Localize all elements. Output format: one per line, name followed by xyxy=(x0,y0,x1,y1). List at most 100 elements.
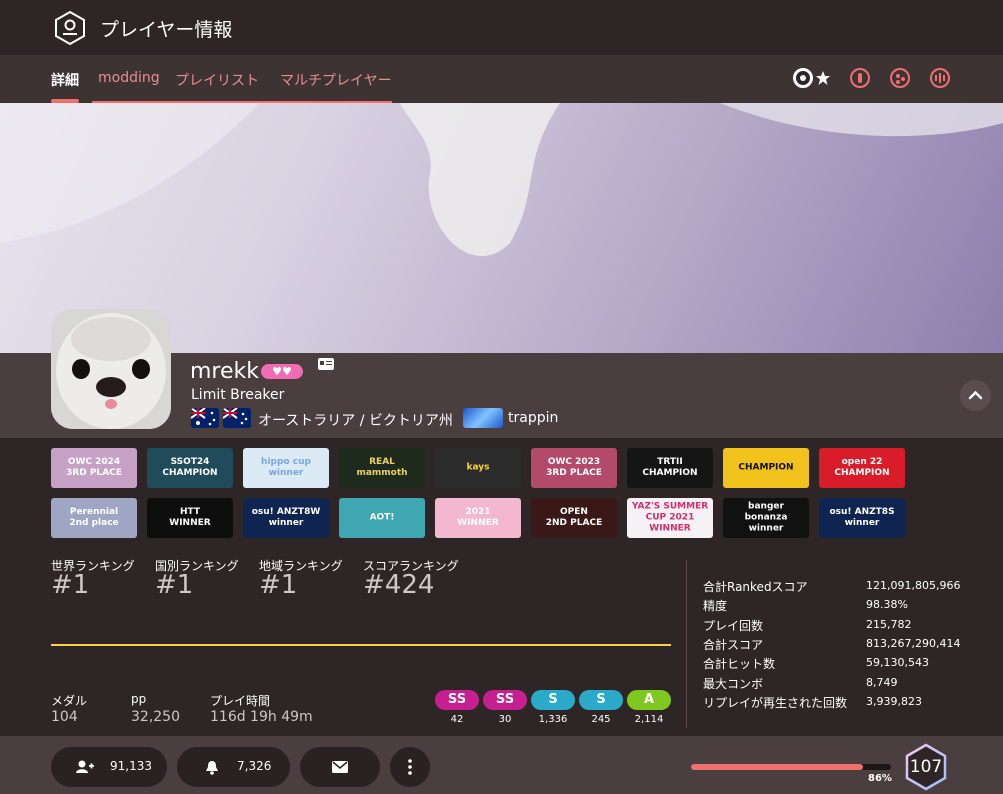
pp-value: 32,250 xyxy=(131,709,180,725)
stat-label: 合計ヒット数 xyxy=(703,657,776,672)
taiko-icon[interactable] xyxy=(850,68,870,88)
badge-label: hippo cup winner xyxy=(261,457,311,478)
tab-modding[interactable]: modding xyxy=(98,70,160,86)
profile-badge[interactable]: Perennial 2nd place xyxy=(51,498,137,538)
badge-label: OWC 2023 3RD PLACE xyxy=(546,457,602,478)
pp-label: pp xyxy=(131,692,147,706)
osu-standard-icon[interactable] xyxy=(793,68,813,88)
followers-button[interactable]: 91,133 xyxy=(51,747,167,787)
collapse-button[interactable] xyxy=(960,380,991,411)
badge-label: OPEN 2ND PLACE xyxy=(545,507,603,528)
stats-divider xyxy=(686,560,687,728)
badge-label: kays xyxy=(466,462,490,473)
medals-label: メダル xyxy=(51,694,88,708)
message-button[interactable] xyxy=(300,747,380,787)
grade-count: 42 xyxy=(450,714,464,725)
badge-label: SSOT24 CHAMPION xyxy=(162,457,218,478)
profile-badge[interactable]: OWC 2023 3RD PLACE xyxy=(531,448,617,488)
grade-count: 1,336 xyxy=(538,714,568,725)
chevron-up-icon xyxy=(968,390,983,400)
stat-value: 59,130,543 xyxy=(866,656,929,670)
team-flag-icon[interactable] xyxy=(463,408,503,428)
top-header: プレイヤー情報 xyxy=(0,0,1003,55)
country-rank-value: #1 xyxy=(155,570,194,600)
profile-badge[interactable]: TRTII CHAMPION xyxy=(627,448,713,488)
region-rank-value: #1 xyxy=(259,570,298,600)
level-number: 107 xyxy=(909,757,943,777)
stat-label: リプレイが再生された回数 xyxy=(703,695,848,710)
badge-label: TRTII CHAMPION xyxy=(642,457,698,478)
grade-badge: S xyxy=(531,690,575,710)
playtime-value: 116d 19h 49m xyxy=(210,709,313,725)
supporter-badge[interactable]: ♥♥ xyxy=(261,364,303,379)
more-options-button[interactable] xyxy=(390,747,430,787)
profile-badge[interactable]: OPEN 2ND PLACE xyxy=(531,498,617,538)
tab-multiplayer[interactable]: マルチプレイヤー xyxy=(280,70,392,90)
page-title: プレイヤー情報 xyxy=(100,19,233,41)
badge-label: OWC 2024 3RD PLACE xyxy=(66,457,122,478)
country-region[interactable]: オーストラリア / ビクトリア州 xyxy=(258,410,453,430)
username: mrekk xyxy=(190,359,260,384)
tab-playlists[interactable]: プレイリスト xyxy=(175,70,259,90)
medals-value: 104 xyxy=(51,709,78,725)
global-rank-value: #1 xyxy=(51,570,90,600)
badge-label: osu! ANZT8S winner xyxy=(829,507,895,528)
profile-badge[interactable]: OWC 2024 3RD PLACE xyxy=(51,448,137,488)
playtime-label: プレイ時間 xyxy=(210,694,271,708)
team-name[interactable]: trappin xyxy=(508,410,558,426)
stat-value: 121,091,805,966 xyxy=(866,579,961,592)
profile-badge[interactable]: HTT WINNER xyxy=(147,498,233,538)
profile-badge[interactable]: AOT! xyxy=(339,498,425,538)
badge-label: 2021 WINNER xyxy=(457,507,499,528)
stat-value: 215,782 xyxy=(866,617,912,631)
badge-label: AOT! xyxy=(369,512,395,523)
stat-label: 最大コンボ xyxy=(703,676,764,691)
profile-badge[interactable]: YAZ'S SUMMER CUP 2021 WINNER xyxy=(627,498,713,538)
stat-label: プレイ回数 xyxy=(703,618,764,633)
grade-badge: S xyxy=(579,690,623,710)
add-friend-icon xyxy=(76,760,94,773)
badge-label: osu! ANZT8W winner xyxy=(251,507,321,528)
profile-badge[interactable]: banger bonanza winner xyxy=(723,498,809,538)
victoria-flag-icon xyxy=(223,408,251,428)
mania-icon[interactable] xyxy=(930,68,950,88)
grade-badge: SS xyxy=(483,690,527,710)
stat-value: 98.38% xyxy=(866,598,908,612)
subscribers-count: 7,326 xyxy=(237,759,272,773)
profile-badge[interactable]: open 22 CHAMPION xyxy=(819,448,905,488)
level-progress-text: 86% xyxy=(868,773,892,784)
grade-count: 2,114 xyxy=(634,714,664,725)
stat-label: 合計Rankedスコア xyxy=(703,580,808,594)
badge-label: CHAMPION xyxy=(738,462,794,473)
profile-badge[interactable]: osu! ANZT8S winner xyxy=(819,498,905,538)
australia-flag-icon xyxy=(191,408,219,428)
bell-icon xyxy=(206,761,218,775)
level-progress-bar xyxy=(691,764,891,770)
profile-badge[interactable]: kays xyxy=(435,448,521,488)
more-vertical-icon xyxy=(408,759,412,775)
followers-count: 91,133 xyxy=(110,759,152,773)
grade-count: 30 xyxy=(498,714,512,725)
badge-label: open 22 CHAMPION xyxy=(834,457,890,478)
user-title: Limit Breaker xyxy=(191,387,285,403)
user-card-icon[interactable] xyxy=(318,358,334,370)
subscribers-button[interactable]: 7,326 xyxy=(177,747,290,787)
tab-details[interactable]: 詳細 xyxy=(51,70,79,90)
rank-history-graph[interactable] xyxy=(51,644,671,646)
grade-count: 245 xyxy=(591,714,611,725)
profile-badge[interactable]: 2021 WINNER xyxy=(435,498,521,538)
badge-label: banger bonanza winner xyxy=(744,501,788,534)
profile-badge[interactable]: osu! ANZT8W winner xyxy=(243,498,329,538)
profile-badge[interactable]: hippo cup winner xyxy=(243,448,329,488)
level-progress-fill xyxy=(691,764,863,770)
default-mode-star-icon xyxy=(816,71,830,85)
stat-value: 813,267,290,414 xyxy=(866,636,961,650)
avatar xyxy=(51,309,171,429)
profile-badge[interactable]: SSOT24 CHAMPION xyxy=(147,448,233,488)
catch-icon[interactable] xyxy=(890,68,910,88)
profile-badge[interactable]: CHAMPION xyxy=(723,448,809,488)
stat-label: 精度 xyxy=(703,599,728,614)
badge-label: REAL mammoth xyxy=(356,457,408,478)
stat-value: 8,749 xyxy=(866,675,898,689)
profile-badge[interactable]: REAL mammoth xyxy=(339,448,425,488)
